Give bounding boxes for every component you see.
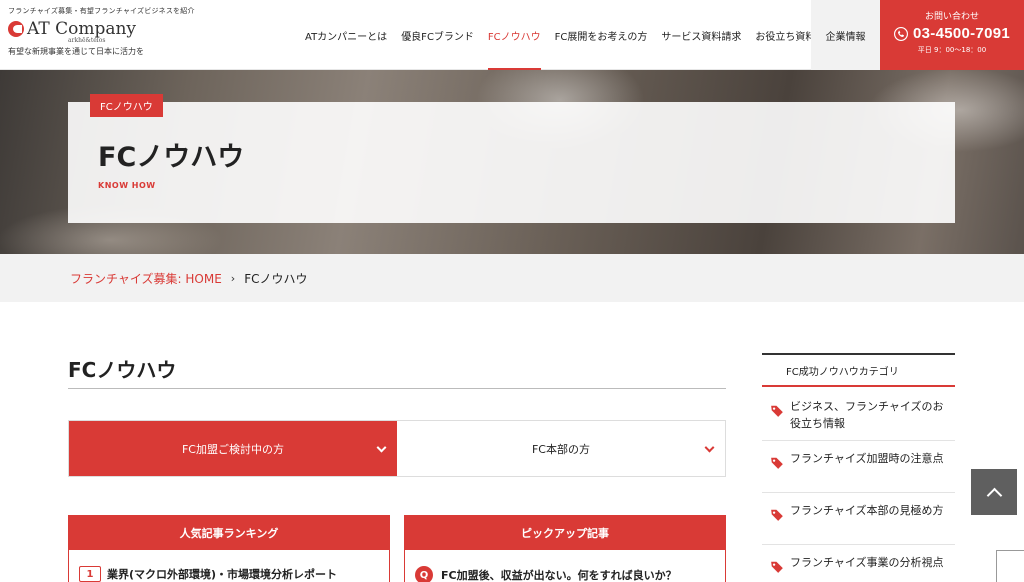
sidebar-item-label: フランチャイズ本部の見極め方 xyxy=(790,504,944,517)
breadcrumb-home-link[interactable]: フランチャイズ募集: HOME xyxy=(70,270,222,287)
logo-row: AT Company xyxy=(8,19,195,39)
nav-item-brands[interactable]: 優良FCブランド xyxy=(394,0,481,70)
hero-subtitle: KNOW HOW xyxy=(98,181,156,190)
tab-label: FC本部の方 xyxy=(531,442,590,456)
tag-icon xyxy=(771,509,783,521)
logo-tagline-bottom: 有望な新規事業を通じて日本に活力を xyxy=(8,47,144,56)
hero-category-tag: FCノウハウ xyxy=(90,94,163,117)
site-header: フランチャイズ募集・有望フランチャイズビジネスを紹介 AT Company ar… xyxy=(0,0,1024,70)
contact-label: お問い合わせ xyxy=(924,12,979,22)
breadcrumb: フランチャイズ募集: HOME › FCノウハウ xyxy=(0,254,1024,302)
logo-mark-icon xyxy=(8,21,24,37)
sidebar-item-analysis[interactable]: フランチャイズ事業の分析視点 xyxy=(762,545,955,582)
rank-badge-icon: 1 xyxy=(79,566,101,582)
contact-phone-number: 03-4500-7091 xyxy=(912,25,1010,42)
sidebar-item-hq-evaluation[interactable]: フランチャイズ本部の見極め方 xyxy=(762,493,955,545)
title-divider xyxy=(68,388,726,389)
tag-icon xyxy=(771,561,783,573)
nav-item-service-docs[interactable]: サービス資料請求 xyxy=(654,0,748,70)
corner-widget[interactable] xyxy=(996,550,1024,582)
nav-item-fc-expansion[interactable]: FC展開をお考えの方 xyxy=(548,0,655,70)
tab-fc-headquarters[interactable]: FC本部の方 xyxy=(397,421,725,476)
chevron-up-icon xyxy=(986,487,1002,503)
hero-banner: FCノウハウ FCノウハウ KNOW HOW xyxy=(0,70,1024,254)
nav-item-about[interactable]: ATカンパニーとは xyxy=(298,0,394,70)
sidebar-item-join-cautions[interactable]: フランチャイズ加盟時の注意点 xyxy=(762,441,955,493)
phone-icon xyxy=(893,26,908,41)
chevron-right-icon: › xyxy=(230,271,236,285)
back-to-top-button[interactable] xyxy=(971,469,1017,515)
ranking-heading: 人気記事ランキング xyxy=(69,516,389,550)
sidebar-item-useful-info[interactable]: ビジネス、フランチャイズのお役立ち情報 xyxy=(762,389,955,441)
logo-name: AT Company xyxy=(27,19,137,39)
question-icon: Q xyxy=(415,566,433,582)
tab-fc-candidates[interactable]: FC加盟ご検討中の方 xyxy=(69,421,397,476)
tag-icon xyxy=(771,405,783,417)
sidebar-heading: FC成功ノウハウカテゴリ xyxy=(762,353,955,387)
ranking-item[interactable]: 1 業界(マクロ外部環境)・市場環境分析レポート xyxy=(69,550,389,582)
sidebar-category-list: ビジネス、フランチャイズのお役立ち情報 フランチャイズ加盟時の注意点 フランチャ… xyxy=(762,389,955,582)
pickup-panel: ピックアップ記事 Q FC加盟後、収益が出ない。何をすれば良いか？ xyxy=(404,515,726,582)
chevron-down-icon xyxy=(376,442,387,453)
breadcrumb-current: FCノウハウ xyxy=(244,271,308,286)
tag-icon xyxy=(771,457,783,469)
sidebar-item-label: フランチャイズ加盟時の注意点 xyxy=(790,452,944,465)
sidebar-item-label: ビジネス、フランチャイズのお役立ち情報 xyxy=(790,400,944,430)
nav-item-knowhow[interactable]: FCノウハウ xyxy=(481,0,548,70)
ranking-panel: 人気記事ランキング 1 業界(マクロ外部環境)・市場環境分析レポート xyxy=(68,515,390,582)
contact-phone-row: 03-4500-7091 xyxy=(880,25,1024,42)
tab-label: FC加盟ご検討中の方 xyxy=(181,442,284,456)
hero-title: FCノウハウ xyxy=(98,142,245,173)
pickup-item-title: FC加盟後、収益が出ない。何をすれば良いか？ xyxy=(441,569,677,582)
logo-tagline-top: フランチャイズ募集・有望フランチャイズビジネスを紹介 xyxy=(8,7,195,15)
logo-area[interactable]: フランチャイズ募集・有望フランチャイズビジネスを紹介 AT Company ar… xyxy=(8,6,195,57)
audience-tabs: FC加盟ご検討中の方 FC本部の方 xyxy=(68,420,726,477)
ranking-item-title: 業界(マクロ外部環境)・市場環境分析レポート xyxy=(107,568,338,581)
sidebar-item-label: フランチャイズ事業の分析視点 xyxy=(790,556,944,569)
contact-button[interactable]: お問い合わせ 03-4500-7091 平日 9：00〜18：00 xyxy=(880,0,1024,70)
contact-hours: 平日 9：00〜18：00 xyxy=(917,46,987,54)
pickup-item[interactable]: Q FC加盟後、収益が出ない。何をすれば良いか？ xyxy=(405,550,725,582)
nav-item-corporate[interactable]: 企業情報 xyxy=(811,0,880,70)
pickup-heading: ピックアップ記事 xyxy=(405,516,725,550)
page-title: FCノウハウ xyxy=(68,358,177,382)
main-nav: ATカンパニーとは 優良FCブランド FCノウハウ FC展開をお考えの方 サービ… xyxy=(298,0,822,70)
chevron-down-icon xyxy=(704,442,715,453)
